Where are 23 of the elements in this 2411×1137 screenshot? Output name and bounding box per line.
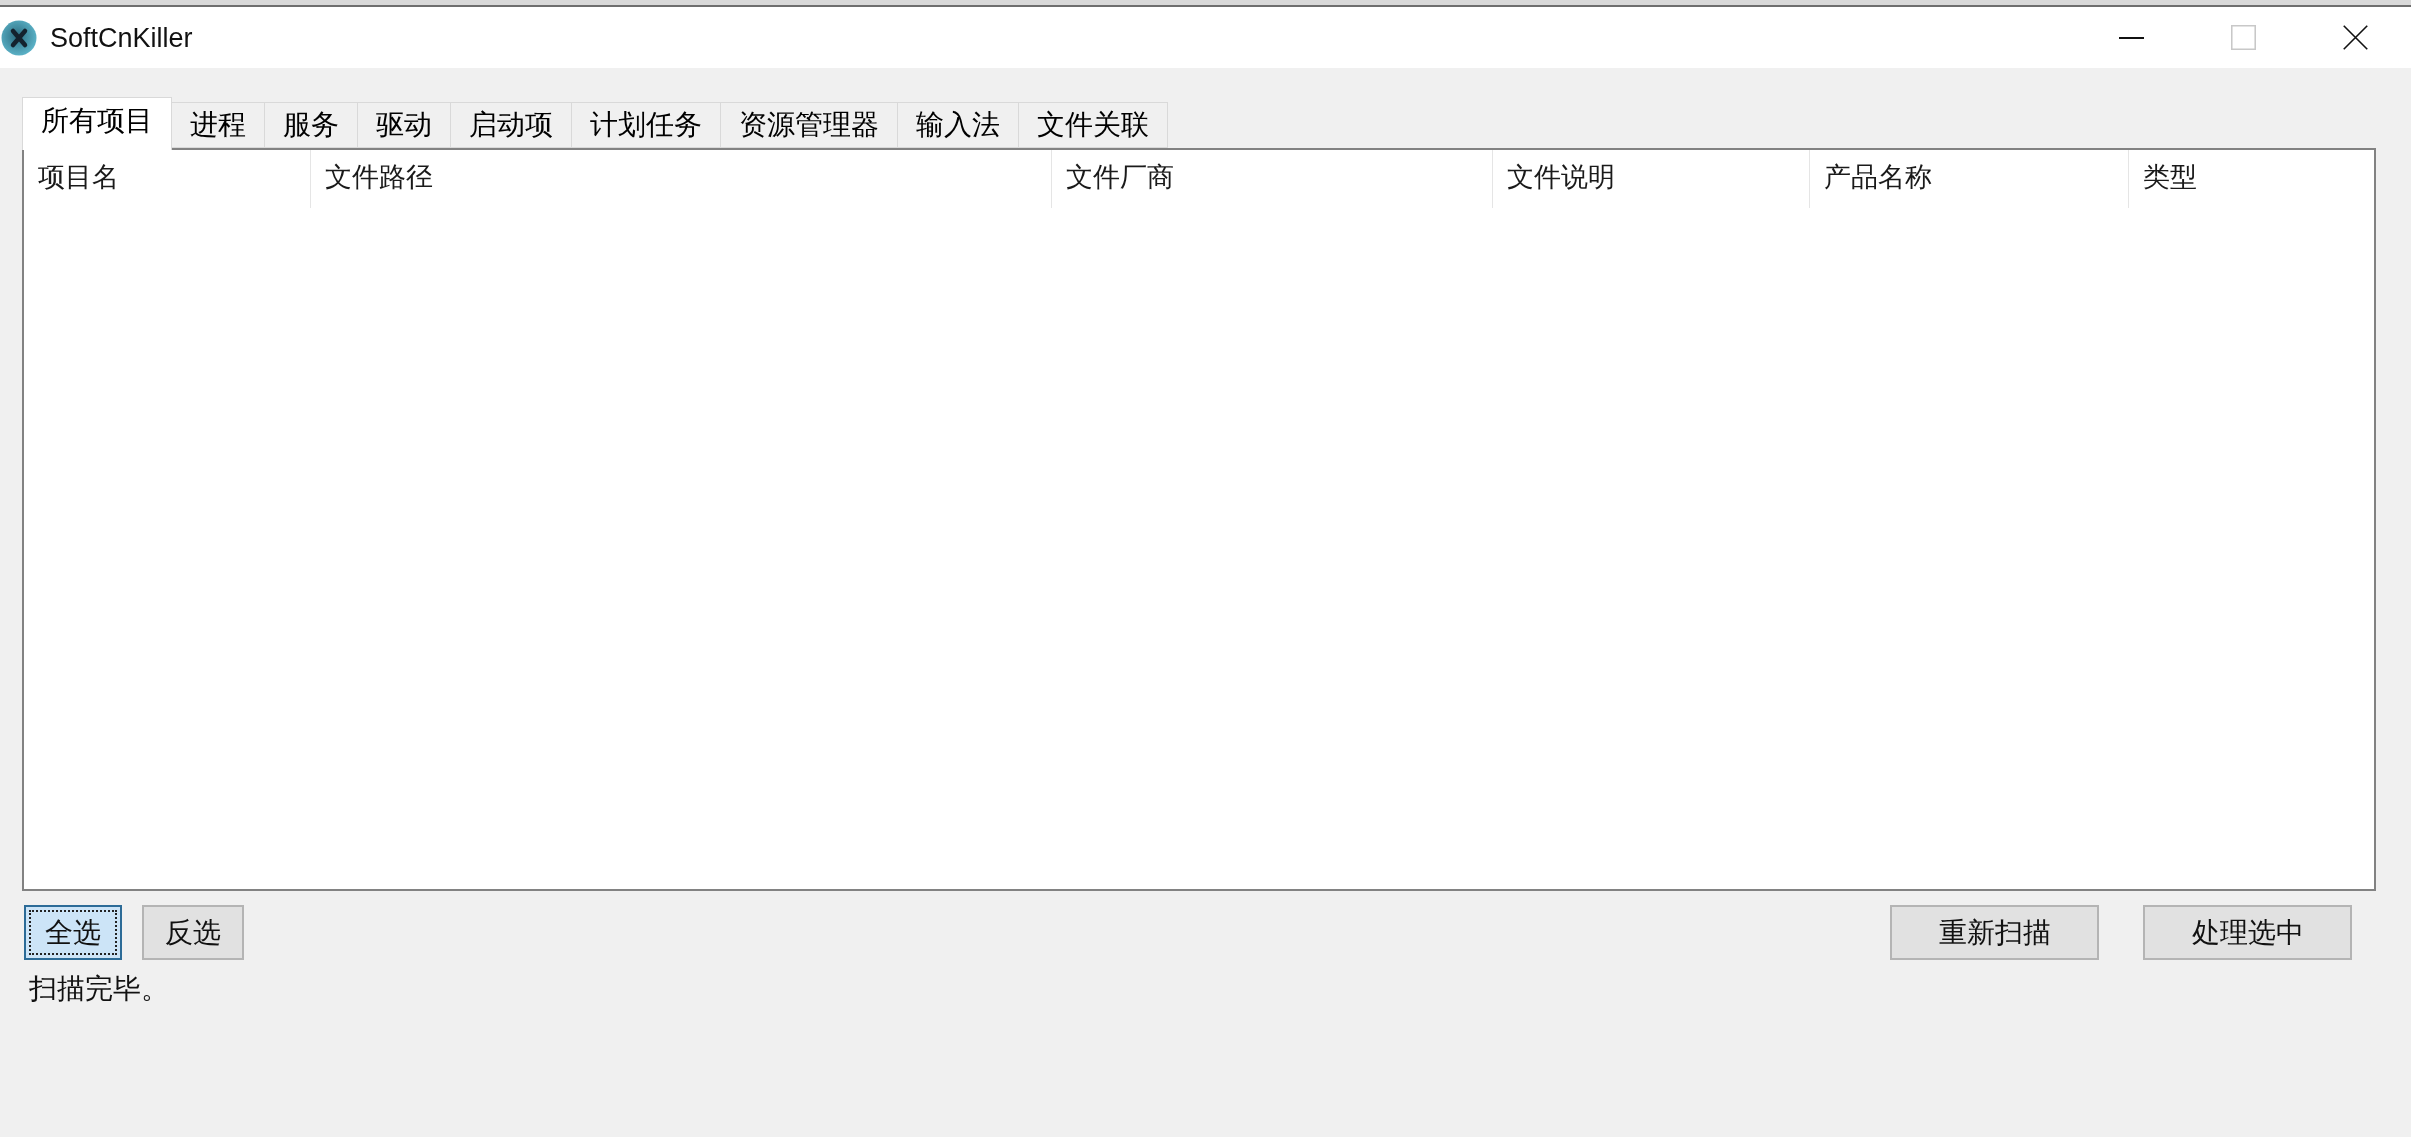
- column-header[interactable]: 项目名: [24, 150, 311, 208]
- button[interactable]: 处理选中: [2143, 905, 2352, 960]
- tab[interactable]: 资源管理器: [721, 102, 898, 148]
- tab[interactable]: 文件关联: [1019, 102, 1168, 148]
- tab[interactable]: 服务: [265, 102, 358, 148]
- window-title: SoftCnKiller: [50, 21, 193, 55]
- button[interactable]: 全选: [24, 905, 122, 960]
- button[interactable]: 重新扫描: [1890, 905, 2099, 960]
- status-text: 扫描完毕。: [29, 972, 169, 1006]
- tab[interactable]: 所有项目: [22, 97, 172, 150]
- file-list[interactable]: 项目名 文件路径 文件厂商 文件说明 产品名称 类型: [22, 148, 2376, 891]
- column-header[interactable]: 类型: [2129, 150, 2374, 208]
- tab[interactable]: 驱动: [358, 102, 451, 148]
- button[interactable]: 反选: [142, 905, 244, 960]
- column-header[interactable]: 产品名称: [1810, 150, 2129, 208]
- app-logo-icon: [1, 19, 37, 56]
- column-header[interactable]: 文件说明: [1493, 150, 1810, 208]
- tab[interactable]: 进程: [172, 102, 265, 148]
- tab[interactable]: 启动项: [451, 102, 572, 148]
- column-header[interactable]: 文件厂商: [1052, 150, 1493, 208]
- tab[interactable]: 输入法: [898, 102, 1019, 148]
- tab[interactable]: 计划任务: [572, 102, 721, 148]
- column-header[interactable]: 文件路径: [311, 150, 1052, 208]
